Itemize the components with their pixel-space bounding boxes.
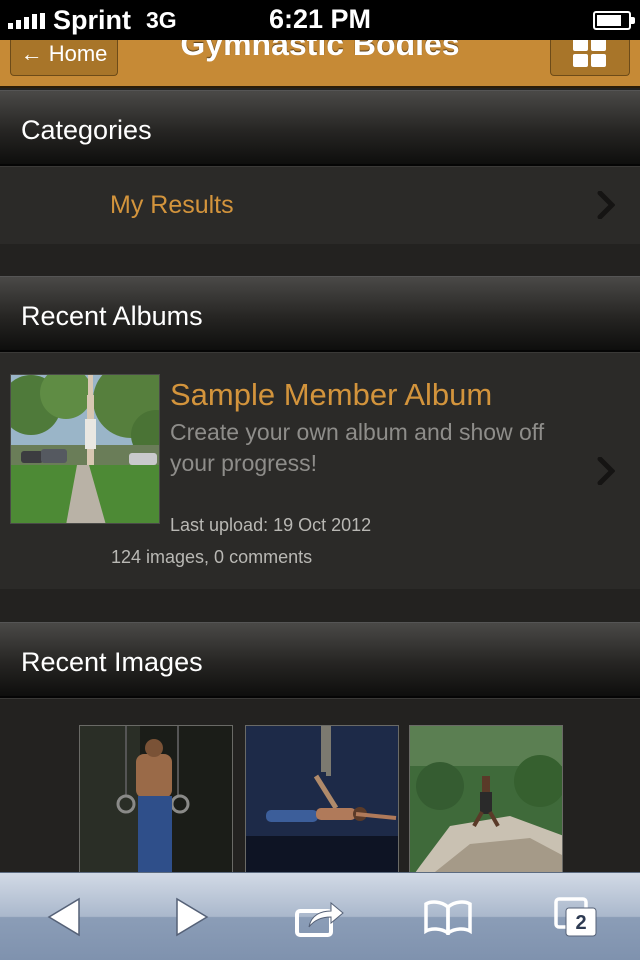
recent-images-grid — [0, 698, 640, 898]
recent-images-title: Recent Images — [21, 647, 203, 677]
recent-image-thumbnail[interactable] — [79, 725, 233, 879]
recent-image-thumbnail[interactable] — [409, 725, 563, 879]
app-header: ← Home Gymnastic Bodies — [0, 40, 640, 88]
category-item-my-results[interactable]: My Results — [0, 166, 640, 244]
album-description: Create your own album and show off your … — [170, 419, 545, 476]
forward-button[interactable] — [128, 873, 256, 960]
browser-toolbar: 2 — [0, 872, 640, 960]
category-item-label: My Results — [110, 191, 234, 219]
status-bar: Sprint 3G 6:21 PM — [0, 0, 640, 40]
status-time: 6:21 PM — [268, 4, 372, 34]
menu-button[interactable] — [550, 40, 630, 76]
recent-images-header: Recent Images — [0, 622, 640, 698]
chevron-right-icon — [597, 457, 615, 485]
album-list-item[interactable]: Sample Member Album Create your own albu… — [0, 352, 640, 589]
tabs-button[interactable]: 2 — [512, 873, 640, 960]
tabs-icon: 2 — [554, 897, 597, 937]
album-thumbnail — [10, 374, 160, 524]
share-icon — [295, 901, 344, 937]
tab-count: 2 — [575, 912, 586, 934]
battery-icon — [593, 11, 635, 30]
album-title: Sample Member Album — [170, 377, 493, 412]
back-button[interactable] — [0, 873, 128, 960]
album-counts: 124 images, 0 comments — [111, 547, 313, 567]
recent-albums-header: Recent Albums — [0, 276, 640, 352]
bookmarks-icon — [424, 900, 472, 935]
forward-arrow-icon — [176, 897, 209, 937]
app-title: Gymnastic Bodies — [180, 40, 460, 62]
recent-image-thumbnail[interactable] — [245, 725, 399, 879]
categories-title: Categories — [21, 115, 152, 145]
album-last-upload: Last upload: 19 Oct 2012 — [170, 515, 372, 535]
categories-header: Categories — [0, 90, 640, 166]
chevron-right-icon — [597, 191, 615, 219]
back-arrow-icon — [47, 897, 80, 937]
share-button[interactable] — [256, 873, 384, 960]
recent-albums-title: Recent Albums — [21, 301, 203, 331]
bookmarks-button[interactable] — [384, 873, 512, 960]
